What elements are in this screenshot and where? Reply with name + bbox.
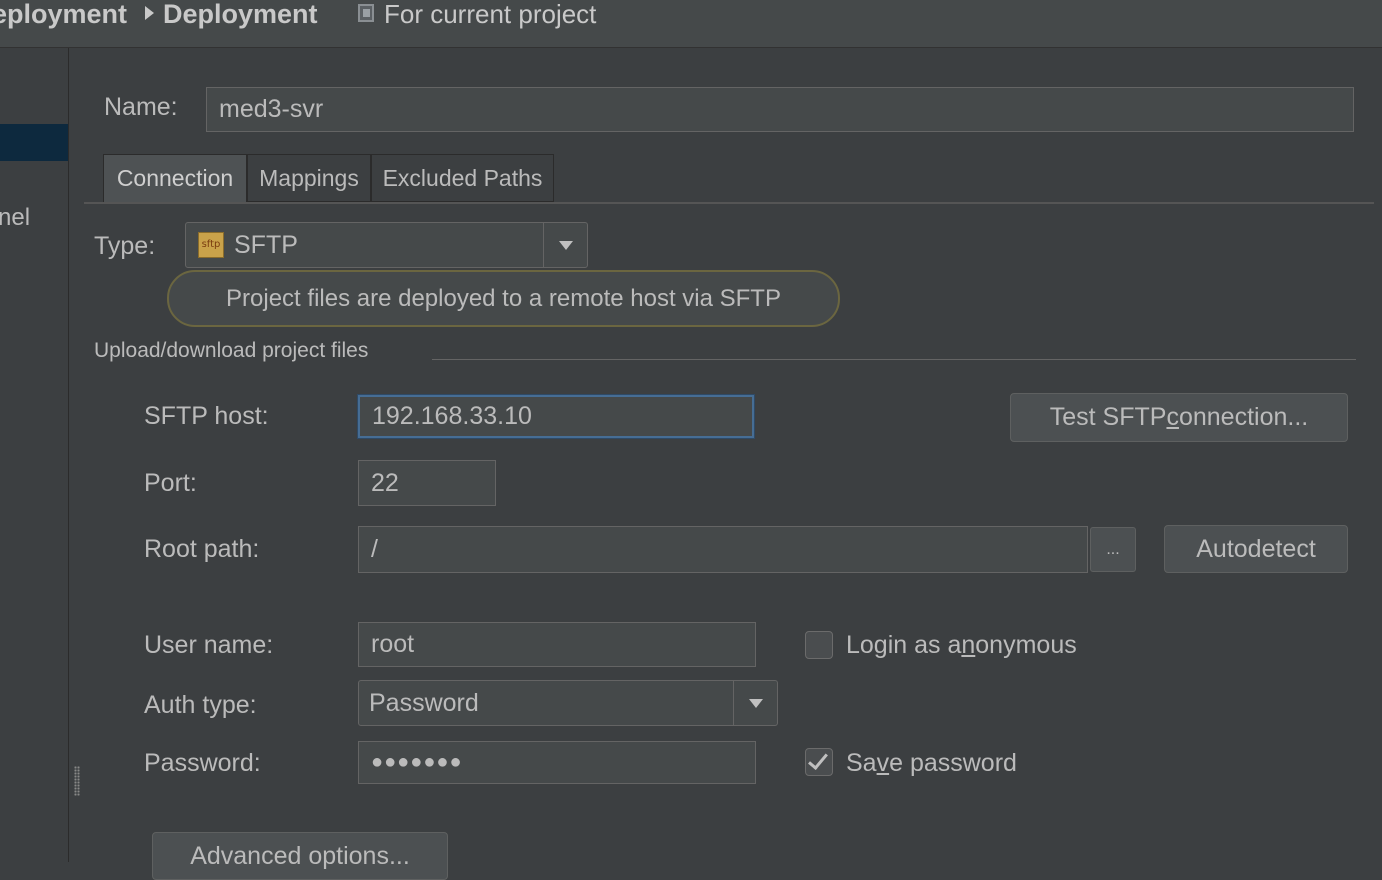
name-label: Name: — [104, 93, 178, 121]
sftp-icon: sftp — [198, 232, 224, 258]
section-title-upload: Upload/download project files — [94, 339, 369, 362]
section-divider — [432, 359, 1356, 360]
auth-type-value: Password — [369, 688, 479, 717]
auth-type-label: Auth type: — [144, 691, 257, 719]
type-dropdown[interactable]: sftp SFTP — [185, 222, 588, 268]
test-connection-button[interactable]: Test SFTP c onnection... — [1010, 393, 1348, 442]
splitter-handle[interactable] — [74, 766, 80, 796]
save-password-label[interactable]: Save password — [846, 749, 1017, 778]
project-scope-icon — [358, 4, 374, 22]
password-label: Password: — [144, 749, 261, 777]
tab-excluded-paths[interactable]: Excluded Paths — [371, 154, 554, 202]
auth-type-dropdown[interactable]: Password — [358, 680, 778, 726]
port-input[interactable]: 22 — [358, 460, 496, 506]
chevron-down-icon — [748, 699, 763, 708]
tab-mappings[interactable]: Mappings — [247, 154, 371, 202]
checkmark-icon — [808, 749, 828, 770]
root-path-input[interactable]: / — [358, 526, 1088, 573]
breadcrumb-chevron-icon — [145, 6, 154, 20]
user-name-label: User name: — [144, 631, 274, 659]
test-connection-label-pre: Test SFTP — [1049, 403, 1167, 431]
test-connection-label-post: onnection... — [1178, 403, 1309, 431]
tab-connection[interactable]: Connection — [103, 154, 247, 202]
type-value: SFTP — [234, 230, 298, 259]
type-dropdown-button[interactable] — [543, 223, 587, 267]
sidebar-item-selected[interactable] — [0, 124, 68, 161]
save-password-post: e password — [889, 749, 1017, 777]
port-label: Port: — [144, 469, 197, 497]
auth-type-dropdown-button[interactable] — [733, 681, 777, 725]
login-anonymous-checkbox[interactable] — [805, 631, 833, 659]
breadcrumb-current: Deployment — [163, 0, 318, 29]
save-password-checkbox[interactable] — [805, 748, 833, 776]
type-label: Type: — [94, 232, 156, 260]
settings-sidebar: nel — [0, 48, 69, 862]
scope-label: For current project — [384, 0, 597, 29]
save-password-mnemonic: v — [876, 749, 890, 777]
login-anonymous-label[interactable]: Login as anonymous — [846, 631, 1077, 660]
name-input[interactable]: med3-svr — [206, 87, 1354, 132]
login-anonymous-post: onymous — [975, 631, 1077, 659]
test-connection-mnemonic: c — [1166, 403, 1179, 431]
chevron-down-icon — [558, 241, 573, 250]
sftp-host-input[interactable]: 192.168.33.10 — [358, 395, 754, 438]
breadcrumb-parent[interactable]: eployment — [0, 0, 127, 28]
tab-strip-divider — [84, 202, 1374, 204]
password-input[interactable]: ●●●●●●● — [358, 741, 756, 784]
sidebar-item-partial[interactable]: nel — [0, 204, 30, 232]
login-anonymous-mnemonic: n — [961, 631, 976, 659]
sftp-host-label: SFTP host: — [144, 402, 269, 430]
advanced-options-button[interactable]: Advanced options... — [152, 832, 448, 880]
type-description: Project files are deployed to a remote h… — [167, 270, 840, 327]
header-bar: eployment Deployment For current project — [0, 0, 1382, 48]
browse-button[interactable]: ... — [1090, 527, 1136, 572]
root-path-label: Root path: — [144, 535, 260, 563]
save-password-pre: Sa — [846, 749, 877, 777]
user-name-input[interactable]: root — [358, 622, 756, 667]
login-anonymous-pre: Login as a — [846, 631, 962, 659]
autodetect-button[interactable]: Autodetect — [1164, 525, 1348, 573]
